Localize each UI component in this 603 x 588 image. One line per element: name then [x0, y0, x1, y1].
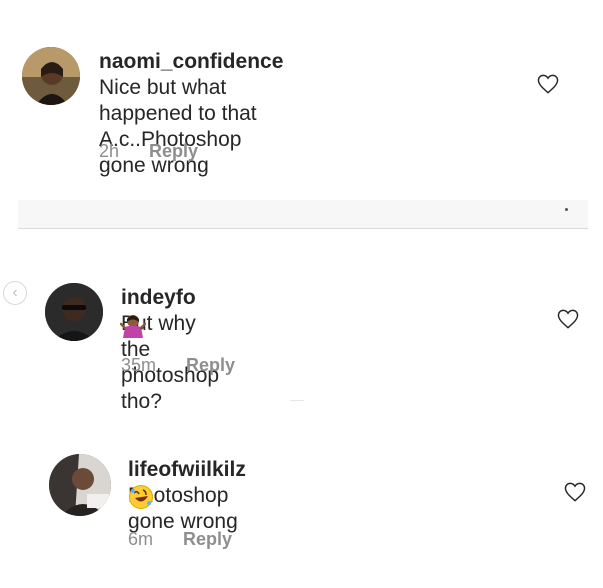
- reply-button[interactable]: Reply: [183, 529, 232, 550]
- username[interactable]: indeyfo: [121, 286, 196, 309]
- avatar[interactable]: [45, 283, 103, 341]
- shrug-emoji: [120, 315, 146, 338]
- timestamp: 6m: [128, 529, 154, 549]
- heart-outline-icon[interactable]: [564, 482, 586, 502]
- timestamp: 2h: [99, 141, 120, 161]
- username[interactable]: naomi_confidence: [99, 50, 283, 73]
- username[interactable]: lifeofwiilkilz: [128, 458, 246, 481]
- timestamp: 35m: [121, 355, 157, 375]
- faint-divider: [290, 400, 304, 401]
- comment-text: indeyfo But why the photoshop tho?: [121, 285, 219, 415]
- reply-button[interactable]: Reply: [149, 141, 198, 162]
- rolling-laughing-emoji: [129, 485, 153, 509]
- avatar[interactable]: [49, 454, 111, 516]
- comment-body-line1: Nice but what: [99, 76, 227, 99]
- chevron-left-icon[interactable]: ‹: [3, 281, 27, 305]
- avatar[interactable]: [22, 47, 80, 105]
- reply-button[interactable]: Reply: [186, 355, 235, 376]
- heart-outline-icon[interactable]: [537, 74, 559, 94]
- heart-outline-icon[interactable]: [557, 309, 579, 329]
- comment-meta: 2h Reply: [99, 141, 198, 162]
- divider-dot: [565, 208, 568, 211]
- section-divider: [18, 200, 588, 229]
- comment-meta: 35m Reply: [121, 355, 235, 376]
- comment-meta: 6m Reply: [128, 529, 232, 550]
